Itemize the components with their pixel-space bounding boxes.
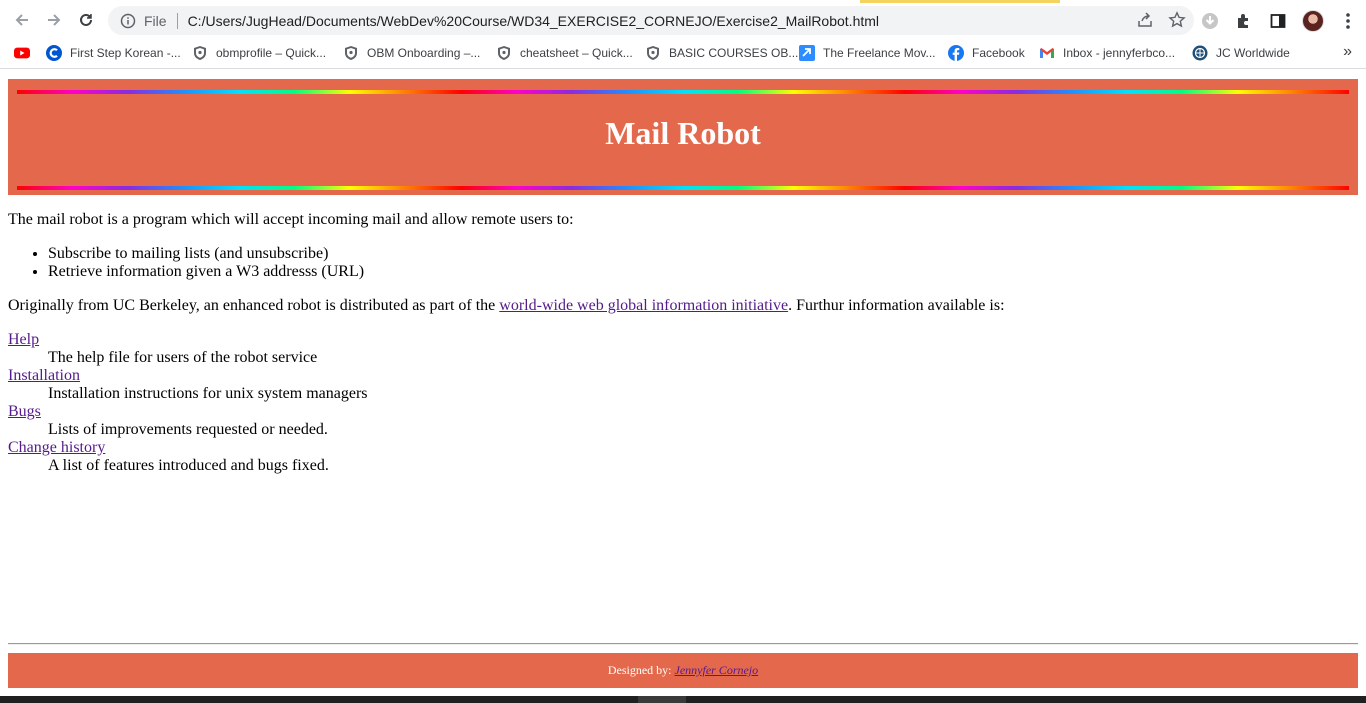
- feature-list: Subscribe to mailing lists (and unsubscr…: [8, 245, 364, 281]
- back-button[interactable]: [10, 8, 34, 32]
- bookmark-label: cheatsheet – Quick...: [520, 46, 633, 60]
- bookmark-item-1[interactable]: obmprofile – Quick...: [192, 44, 326, 62]
- shield-icon: [343, 45, 359, 61]
- bookmark-item-4[interactable]: BASIC COURSES OB...: [645, 44, 798, 62]
- browser-toolbar: File C:/Users/JugHead/Documents/WebDev%2…: [0, 4, 1366, 37]
- extensions-puzzle-icon[interactable]: [1234, 11, 1254, 31]
- header-banner: Mail Robot: [8, 79, 1358, 195]
- shield-icon: [496, 45, 512, 61]
- definition-term: Help: [8, 331, 368, 349]
- origin-text-before: Originally from UC Berkeley, an enhanced…: [8, 297, 500, 314]
- profile-avatar[interactable]: [1302, 10, 1324, 32]
- gmail-icon: [1039, 45, 1055, 61]
- side-panel-icon[interactable]: [1268, 11, 1288, 31]
- bookmark-label: obmprofile – Quick...: [216, 46, 327, 60]
- bookmark-label: JC Worldwide: [1216, 46, 1290, 60]
- zoom-icon: [799, 45, 815, 61]
- address-bar[interactable]: File C:/Users/JugHead/Documents/WebDev%2…: [108, 6, 1194, 35]
- active-tab-accent: [860, 0, 1060, 3]
- rainbow-rule-bottom: [17, 186, 1349, 190]
- bookmark-youtube[interactable]: [14, 44, 38, 62]
- bookmark-item-6[interactable]: Facebook: [948, 44, 1025, 62]
- shield-icon: [192, 45, 208, 61]
- facebook-icon: [948, 45, 964, 61]
- omnibox-divider: [176, 12, 178, 29]
- bookmark-item-8[interactable]: JC Worldwide: [1192, 44, 1290, 62]
- page-title: Mail Robot: [605, 115, 761, 151]
- bookmark-item-0[interactable]: First Step Korean -...: [46, 44, 181, 62]
- bookmark-item-3[interactable]: cheatsheet – Quick...: [496, 44, 633, 62]
- download-icon[interactable]: [1200, 11, 1220, 31]
- reload-icon: [80, 13, 92, 26]
- definition-description: A list of features introduced and bugs f…: [48, 457, 329, 474]
- share-icon[interactable]: [1136, 11, 1154, 29]
- footer-prefix: Designed by:: [607, 663, 675, 677]
- definition-description: Installation instructions for unix syste…: [48, 385, 368, 402]
- arrow-right-icon: [48, 14, 61, 26]
- youtube-icon: [14, 45, 30, 61]
- bookmark-item-5[interactable]: The Freelance Mov...: [799, 44, 936, 62]
- bookmark-label: Facebook: [972, 46, 1025, 60]
- help-link[interactable]: Help: [8, 331, 39, 348]
- author-link[interactable]: Jennyfer Cornejo: [675, 663, 759, 677]
- origin-text-after: . Furthur information available is:: [788, 297, 1005, 314]
- globe-icon: [1192, 45, 1208, 61]
- origin-paragraph: Originally from UC Berkeley, an enhanced…: [8, 297, 1005, 315]
- bookmark-item-2[interactable]: OBM Onboarding –...: [343, 44, 480, 62]
- definition-description: Lists of improvements requested or neede…: [48, 421, 328, 438]
- bugs-link[interactable]: Bugs: [8, 403, 41, 420]
- bookmark-label: First Step Korean -...: [70, 46, 181, 60]
- rainbow-rule-top: [17, 90, 1349, 94]
- change-history-link[interactable]: Change history: [8, 439, 105, 456]
- coursera-icon: [46, 45, 62, 61]
- definition-term: Change history: [8, 439, 368, 457]
- chevron-double-right-icon[interactable]: »: [1343, 43, 1352, 61]
- installation-link[interactable]: Installation: [8, 367, 80, 384]
- definition-description: The help file for users of the robot ser…: [48, 349, 318, 366]
- bookmarks-bar: First Step Korean -... obmprofile – Quic…: [0, 37, 1366, 69]
- bookmark-label: Inbox - jennyferbco...: [1063, 46, 1176, 60]
- definition-term: Installation: [8, 367, 368, 385]
- resource-definition-list: Help The help file for users of the robo…: [8, 331, 368, 475]
- menu-kebab-icon[interactable]: [1338, 11, 1358, 31]
- shield-icon: [645, 45, 661, 61]
- footer: Designed by: Jennyfer Cornejo: [8, 653, 1358, 688]
- bookmark-label: OBM Onboarding –...: [367, 46, 481, 60]
- os-taskbar: [0, 696, 1366, 703]
- url-text[interactable]: C:/Users/JugHead/Documents/WebDev%20Cour…: [188, 13, 879, 29]
- forward-button[interactable]: [42, 8, 66, 32]
- bookmark-star-icon[interactable]: [1168, 11, 1186, 29]
- bookmark-item-7[interactable]: Inbox - jennyferbco...: [1039, 44, 1175, 62]
- arrow-left-icon: [15, 14, 28, 26]
- taskbar-active-app[interactable]: [638, 696, 686, 703]
- bookmark-label: The Freelance Mov...: [823, 46, 936, 60]
- horizontal-rule: [8, 643, 1358, 645]
- definition-term: Bugs: [8, 403, 368, 421]
- info-icon[interactable]: [120, 13, 136, 29]
- intro-paragraph: The mail robot is a program which will a…: [8, 211, 574, 228]
- reload-button[interactable]: [74, 8, 98, 32]
- bookmark-label: BASIC COURSES OB...: [669, 46, 799, 60]
- scheme-label: File: [144, 12, 167, 29]
- initiative-link[interactable]: world-wide web global information initia…: [499, 297, 788, 314]
- list-item: Subscribe to mailing lists (and unsubscr…: [48, 245, 364, 263]
- page-viewport: Mail Robot The mail robot is a program w…: [0, 70, 1366, 696]
- list-item: Retrieve information given a W3 addresss…: [48, 263, 364, 281]
